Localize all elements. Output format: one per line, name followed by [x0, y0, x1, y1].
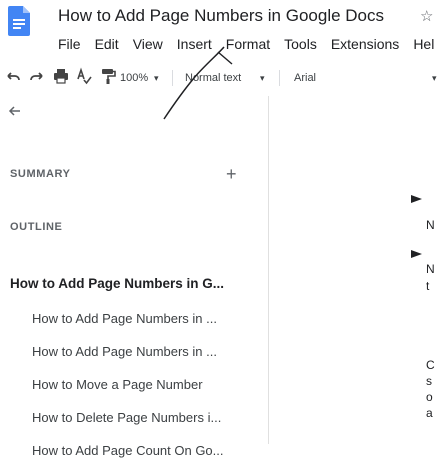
doc-edge-text: o [426, 390, 433, 404]
menu-bar: File Edit View Insert Format Tools Exten… [58, 36, 445, 54]
outline-item-5[interactable]: How to Delete Page Numbers i... [32, 410, 221, 425]
doc-edge-text: s [426, 374, 432, 388]
arrow-right-icon [410, 247, 424, 261]
outline-heading: OUTLINE [10, 221, 63, 233]
doc-edge-text: N [426, 262, 435, 276]
menu-file[interactable]: File [58, 36, 81, 54]
font-select[interactable]: Arial [294, 72, 316, 84]
menu-help[interactable]: Hel [413, 36, 434, 54]
add-summary-button[interactable]: + [226, 164, 237, 185]
paint-format-icon[interactable] [99, 67, 117, 85]
menu-extensions[interactable]: Extensions [331, 36, 399, 54]
outline-item-4[interactable]: How to Move a Page Number [32, 377, 203, 392]
doc-edge-text: a [426, 406, 433, 420]
back-arrow-icon[interactable] [8, 104, 22, 118]
spellcheck-icon[interactable] [75, 67, 93, 85]
doc-edge-text: C [426, 358, 435, 372]
annotation-pen-stroke [163, 46, 233, 120]
google-docs-icon[interactable] [8, 6, 30, 36]
star-icon[interactable]: ☆ [420, 7, 433, 25]
redo-icon[interactable] [28, 67, 46, 85]
toolbar-divider [279, 70, 280, 86]
outline-item-2[interactable]: How to Add Page Numbers in ... [32, 311, 217, 326]
menu-view[interactable]: View [133, 36, 163, 54]
undo-icon[interactable] [4, 67, 22, 85]
outline-item-6[interactable]: How to Add Page Count On Go... [32, 443, 224, 458]
document-title[interactable]: How to Add Page Numbers in Google Docs [58, 6, 384, 26]
outline-item-1[interactable]: How to Add Page Numbers in G... [10, 276, 224, 291]
summary-heading: SUMMARY [10, 168, 71, 180]
menu-edit[interactable]: Edit [95, 36, 119, 54]
print-icon[interactable] [52, 67, 70, 85]
zoom-dropdown-icon[interactable]: ▾ [154, 73, 159, 84]
zoom-select[interactable]: 100% [120, 72, 148, 84]
doc-edge-text: t [426, 279, 430, 293]
sidebar-divider [268, 96, 269, 444]
arrow-right-icon [410, 192, 424, 206]
style-dropdown-icon[interactable]: ▾ [260, 73, 265, 84]
menu-tools[interactable]: Tools [284, 36, 317, 54]
font-dropdown-icon[interactable]: ▾ [432, 73, 437, 84]
outline-item-3[interactable]: How to Add Page Numbers in ... [32, 344, 217, 359]
doc-edge-text: N [426, 218, 435, 232]
